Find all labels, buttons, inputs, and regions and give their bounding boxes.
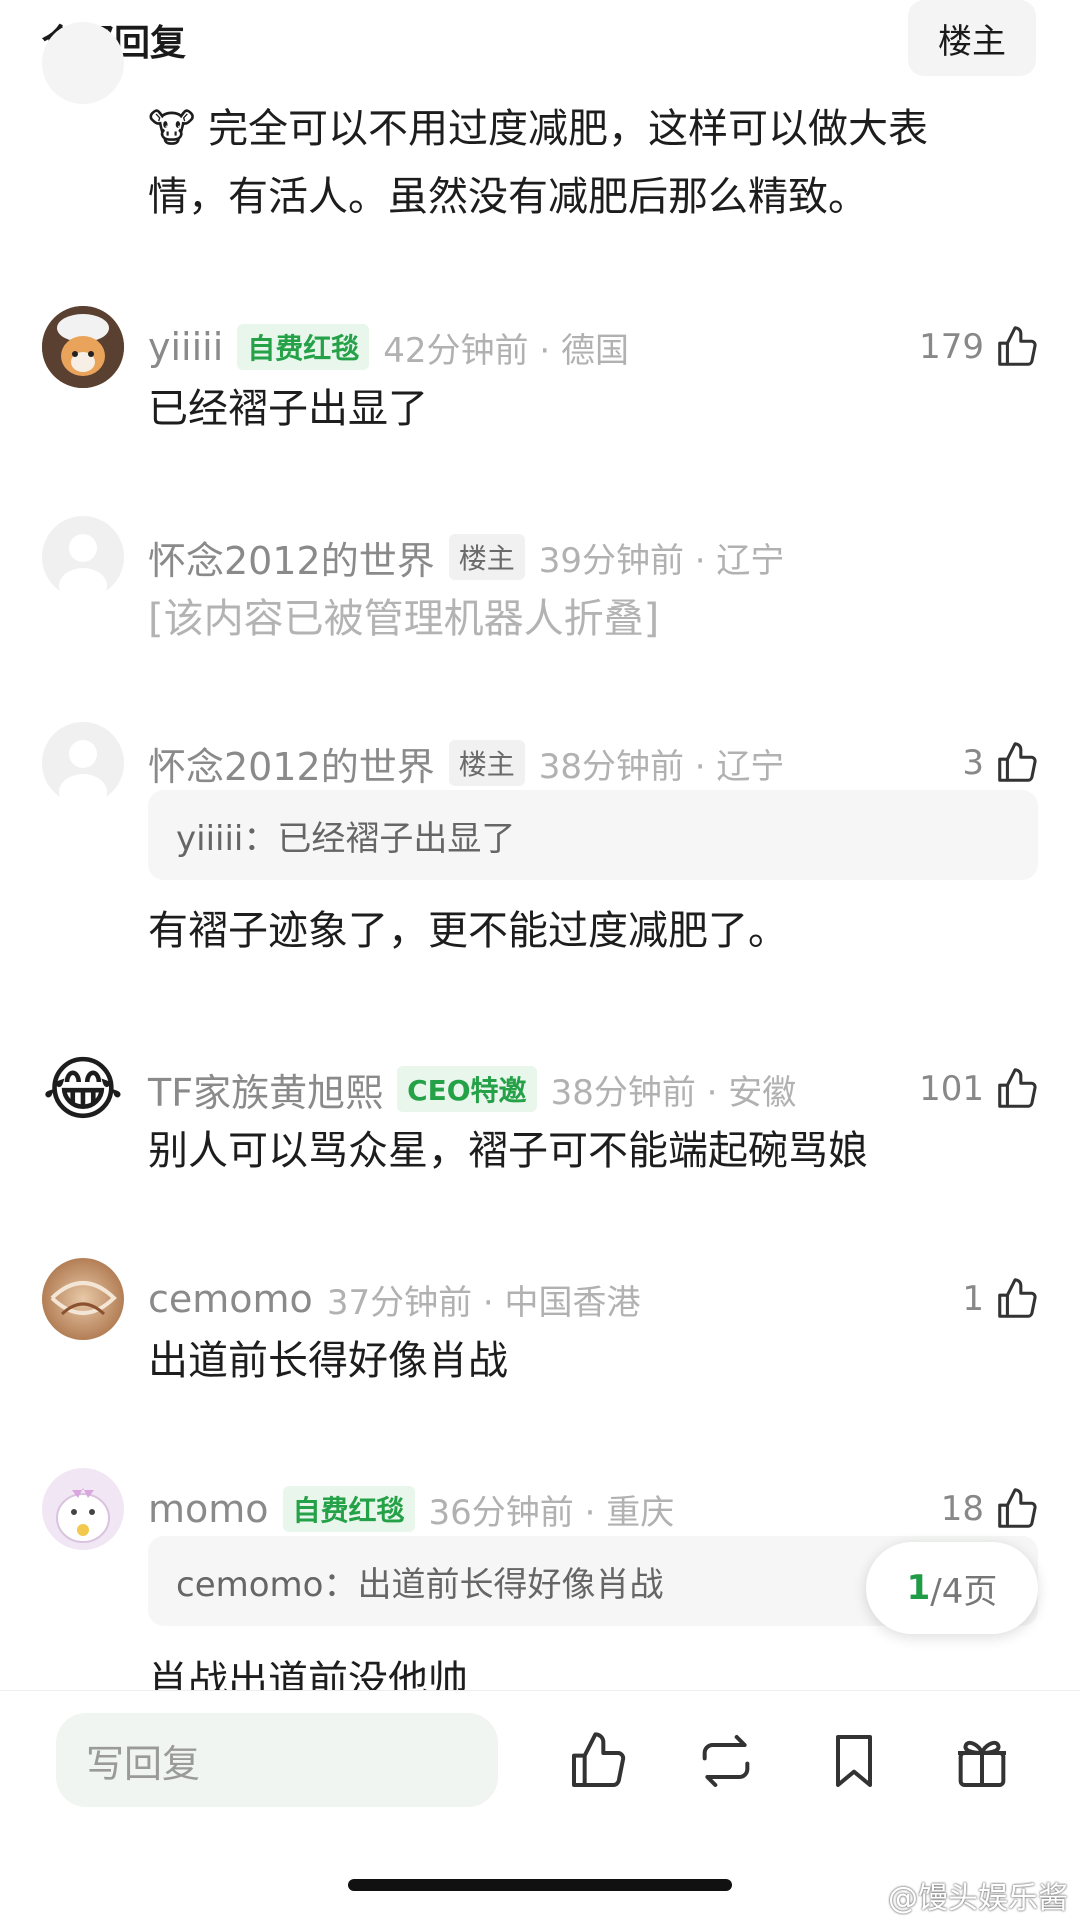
header: 全部回复 楼主: [0, 0, 1080, 80]
timestamp-location: 38分钟前 · 安徽: [550, 1072, 797, 1113]
page-indicator[interactable]: 1/4页: [866, 1542, 1038, 1634]
user-badge: 自费红毯: [282, 1486, 415, 1532]
comment-text: 出道前长得好像肖战: [148, 1338, 508, 1384]
username[interactable]: 怀念2012的世界: [148, 530, 435, 585]
user-badge: 自费红毯: [237, 324, 370, 370]
like-count: 101: [919, 1069, 984, 1109]
timestamp-location: 39分钟前 · 辽宁: [538, 540, 785, 581]
like-count: 3: [962, 743, 984, 783]
reply-input[interactable]: 写回复: [56, 1713, 498, 1807]
thumb-up-icon: [998, 326, 1037, 366]
timestamp-location: 36分钟前 · 重庆: [428, 1492, 675, 1533]
timestamp-location: 38分钟前 · 辽宁: [538, 746, 785, 787]
avatar[interactable]: [42, 306, 124, 388]
thumb-up-icon: [998, 742, 1037, 782]
laughing-crying-emoji-icon: 😂: [42, 1048, 124, 1130]
avatar[interactable]: [42, 516, 124, 598]
home-indicator[interactable]: [348, 1879, 732, 1891]
cow-emoji-icon: 🐮: [148, 106, 196, 152]
thumb-up-icon[interactable]: [566, 1729, 630, 1793]
like-button[interactable]: 1: [962, 1258, 1040, 1340]
folded-comment-notice[interactable]: [该内容已被管理机器人折叠]: [148, 586, 659, 644]
user-badge: CEO特邀: [397, 1066, 537, 1112]
username[interactable]: momo: [148, 1487, 269, 1531]
op-badge: 楼主: [448, 534, 525, 580]
timestamp-location: 37分钟前 · 中国香港: [326, 1282, 641, 1323]
total-pages: /4页: [930, 1571, 998, 1612]
like-button[interactable]: 101: [919, 1048, 1040, 1130]
gift-icon[interactable]: [950, 1729, 1014, 1793]
username[interactable]: cemomo: [148, 1277, 313, 1321]
thumb-up-icon: [998, 1278, 1037, 1318]
avatar[interactable]: [42, 1468, 124, 1550]
comment-text: 别人可以骂众星，褶子可不能端起碗骂娘: [148, 1128, 868, 1174]
watermark: @馒头娱乐酱: [888, 1881, 1068, 1916]
username[interactable]: yiiiii: [148, 325, 223, 369]
like-count: 18: [940, 1489, 984, 1529]
avatar[interactable]: [42, 722, 124, 804]
avatar[interactable]: 😂: [42, 1048, 124, 1130]
like-count: 179: [919, 327, 984, 367]
comment-text: 有褶子迹象了，更不能过度减肥了。: [148, 908, 788, 954]
timestamp-location: 42分钟前 · 德国: [383, 330, 629, 371]
comment-text: 完全可以不用过度减肥，这样可以做大表: [208, 106, 929, 152]
comment-text: 已经褶子出显了: [148, 386, 428, 432]
avatar[interactable]: [42, 22, 124, 104]
username[interactable]: TF家族黄旭熙: [148, 1062, 383, 1117]
repost-icon[interactable]: [694, 1729, 758, 1793]
thumb-up-icon: [998, 1488, 1037, 1528]
like-count: 1: [962, 1279, 984, 1319]
thumb-up-icon: [998, 1068, 1037, 1108]
quoted-reply[interactable]: yiiiii：已经褶子出显了: [148, 790, 1038, 880]
louzhu-only-button[interactable]: 楼主: [908, 0, 1036, 76]
bottom-bar: 写回复 @馒头娱乐酱: [0, 1690, 1080, 1920]
like-button[interactable]: 179: [919, 306, 1040, 388]
username[interactable]: 怀念2012的世界: [148, 736, 435, 791]
current-page: 1: [906, 1568, 931, 1608]
comment-text-continued: 情，有活人。虽然没有减肥后那么精致。: [148, 174, 868, 220]
avatar[interactable]: [42, 1258, 124, 1340]
op-badge: 楼主: [448, 740, 525, 786]
bookmark-icon[interactable]: [822, 1729, 886, 1793]
